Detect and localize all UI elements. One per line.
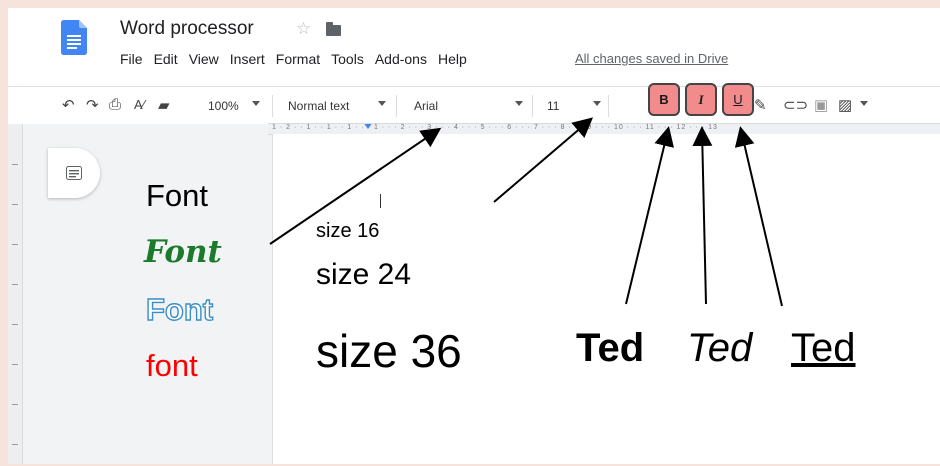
size-arrow — [493, 117, 594, 203]
underline-arrow — [734, 126, 783, 307]
italic-arrow — [692, 126, 713, 305]
app-window: Word processor ☆ File Edit View Insert F… — [8, 8, 940, 464]
font-arrow — [269, 127, 442, 245]
bold-arrow — [625, 126, 674, 305]
annotation-arrows — [269, 117, 783, 307]
